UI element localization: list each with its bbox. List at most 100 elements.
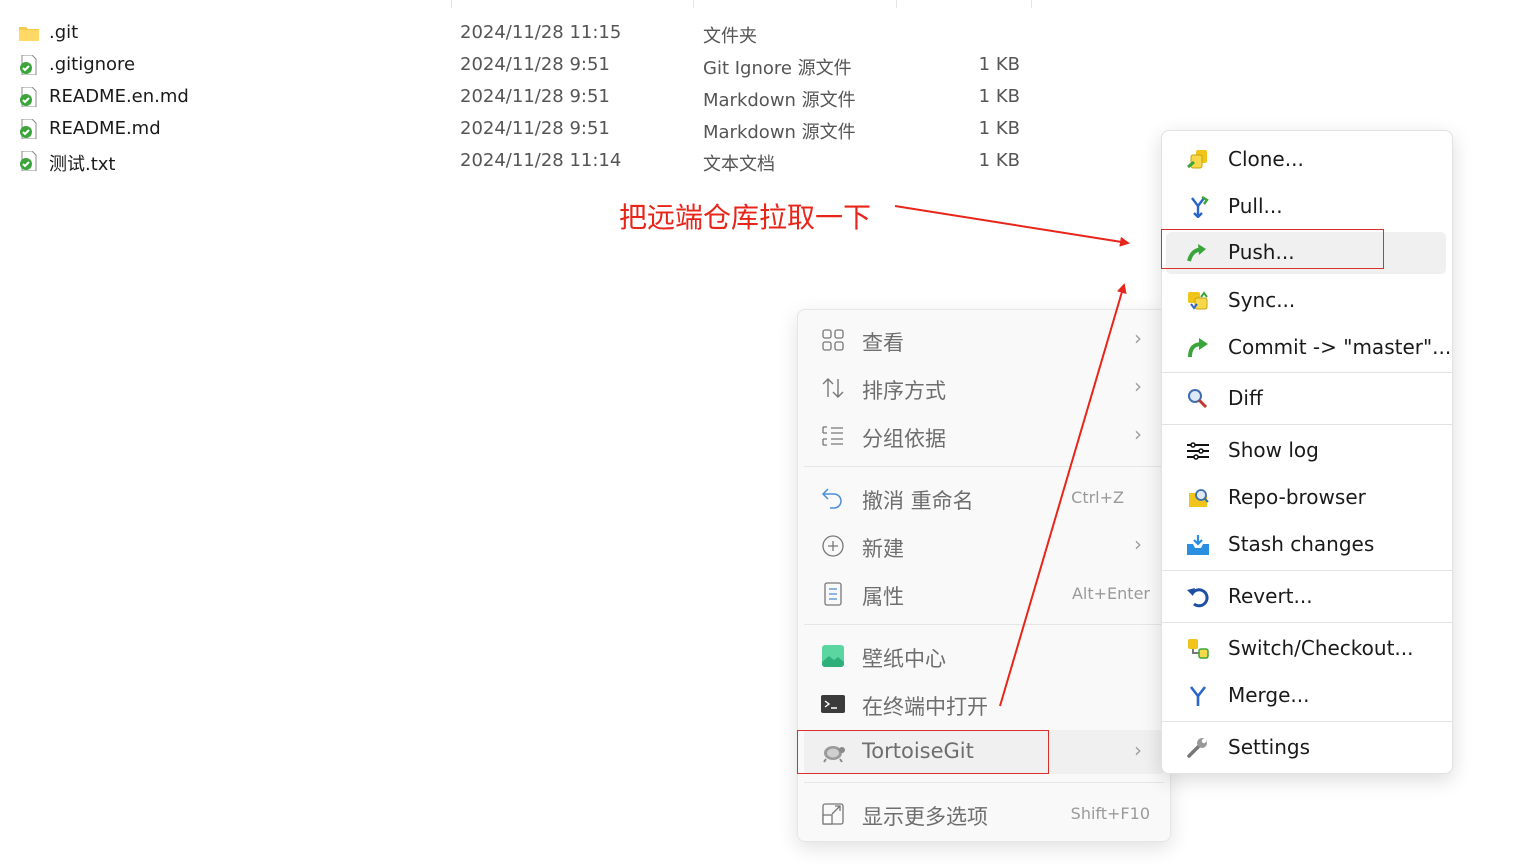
repo-browser-icon	[1189, 489, 1209, 507]
git-file-icon	[20, 151, 37, 171]
submenu-item-pull[interactable]: Pull...	[1166, 186, 1446, 228]
file-row[interactable]: README.md 2024/11/28 9:51 Markdown 源文件 1…	[0, 112, 1100, 144]
submenu-item-label: Diff	[1228, 386, 1263, 410]
menu-item-open-in-terminal[interactable]: 在终端中打开	[804, 682, 1164, 726]
menu-item-properties[interactable]: 属性 Alt+Enter	[804, 572, 1164, 616]
show-log-icon	[1187, 442, 1209, 460]
file-name: .gitignore	[49, 54, 136, 75]
chevron-right-icon: ›	[1134, 374, 1142, 398]
more-options-icon	[822, 803, 844, 825]
submenu-item-label: Merge...	[1228, 683, 1310, 707]
menu-shortcut: Alt+Enter	[1071, 584, 1150, 603]
submenu-item-commit[interactable]: Commit -> "master"...	[1166, 327, 1451, 369]
menu-shortcut: Shift+F10	[1070, 804, 1150, 823]
revert-icon	[1187, 588, 1209, 608]
view-grid-icon	[822, 329, 844, 351]
file-row[interactable]: 测试.txt 2024/11/28 11:14 文本文档 1 KB	[0, 144, 1100, 176]
submenu-separator	[1162, 424, 1452, 425]
git-file-icon	[20, 119, 37, 139]
submenu-item-revert[interactable]: Revert...	[1166, 576, 1446, 618]
menu-shortcut: Ctrl+Z	[1071, 488, 1124, 507]
file-row[interactable]: .gitignore 2024/11/28 9:51 Git Ignore 源文…	[0, 48, 1100, 80]
new-plus-icon	[822, 535, 844, 557]
submenu-item-label: Repo-browser	[1228, 485, 1366, 509]
sync-icon	[1188, 291, 1208, 310]
file-type: Git Ignore 源文件	[703, 58, 852, 79]
submenu-item-label: Pull...	[1228, 194, 1283, 218]
menu-item-label: 属性	[862, 585, 904, 609]
commit-icon	[1188, 338, 1208, 358]
git-file-icon	[20, 87, 37, 107]
annotation-arrow	[894, 205, 1130, 247]
menu-item-undo-rename[interactable]: 撤消 重命名 Ctrl+Z	[804, 476, 1164, 520]
submenu-item-diff[interactable]: Diff	[1166, 378, 1446, 420]
file-size: 1 KB	[978, 118, 1020, 139]
submenu-item-merge[interactable]: Merge...	[1166, 675, 1446, 717]
folder-icon	[19, 27, 39, 41]
submenu-item-label: Sync...	[1228, 288, 1296, 312]
terminal-icon	[821, 695, 845, 713]
file-type: 文本文档	[703, 154, 775, 175]
tortoisegit-submenu: Clone... Pull... Push... Sync... Commit …	[1161, 130, 1453, 774]
submenu-separator	[1162, 372, 1452, 373]
menu-item-label: 显示更多选项	[862, 805, 988, 829]
properties-icon	[824, 582, 842, 606]
menu-item-sort[interactable]: 排序方式 ›	[804, 366, 1164, 410]
file-row[interactable]: .git 2024/11/28 11:15 文件夹	[0, 16, 1100, 48]
tortoisegit-highlight-box	[797, 730, 1049, 774]
submenu-item-sync[interactable]: Sync...	[1166, 280, 1446, 322]
file-name: README.en.md	[49, 86, 189, 107]
submenu-separator	[1162, 721, 1452, 722]
file-type: Markdown 源文件	[703, 122, 856, 143]
menu-item-label: 撤消 重命名	[862, 489, 974, 513]
switch-checkout-icon	[1188, 639, 1209, 659]
pull-icon	[1191, 196, 1209, 218]
settings-wrench-icon	[1187, 738, 1207, 758]
submenu-item-label: Commit -> "master"...	[1228, 335, 1452, 359]
menu-item-label: 分组依据	[862, 427, 946, 451]
file-date: 2024/11/28 9:51	[460, 54, 610, 75]
file-size: 1 KB	[978, 86, 1020, 107]
file-size: 1 KB	[978, 150, 1020, 171]
menu-item-show-more-options[interactable]: 显示更多选项 Shift+F10	[804, 792, 1164, 836]
submenu-item-clone[interactable]: Clone...	[1166, 139, 1446, 181]
menu-item-view[interactable]: 查看 ›	[804, 318, 1164, 362]
undo-icon	[821, 488, 842, 509]
column-separator[interactable]	[1031, 0, 1032, 8]
wallpaper-icon	[822, 645, 844, 667]
file-date: 2024/11/28 9:51	[460, 118, 610, 139]
file-name: .git	[49, 22, 79, 43]
diff-magnifier-icon	[1188, 389, 1208, 409]
menu-item-label: 新建	[862, 537, 904, 561]
column-separator[interactable]	[451, 0, 452, 8]
menu-item-wallpaper-center[interactable]: 壁纸中心	[804, 634, 1164, 678]
submenu-item-repo-browser[interactable]: Repo-browser	[1166, 477, 1446, 519]
menu-separator	[804, 782, 1164, 783]
group-list-icon	[822, 426, 843, 446]
file-date: 2024/11/28 11:14	[460, 150, 622, 171]
git-file-icon	[20, 55, 37, 75]
file-name: 测试.txt	[49, 154, 116, 175]
column-separator[interactable]	[693, 0, 694, 8]
menu-separator	[804, 624, 1164, 625]
submenu-item-stash-changes[interactable]: Stash changes	[1166, 524, 1446, 566]
file-row[interactable]: README.en.md 2024/11/28 9:51 Markdown 源文…	[0, 80, 1100, 112]
menu-item-label: 排序方式	[862, 379, 946, 403]
menu-separator	[804, 466, 1164, 467]
chevron-right-icon: ›	[1134, 326, 1142, 350]
file-size: 1 KB	[978, 54, 1020, 75]
submenu-item-show-log[interactable]: Show log	[1166, 430, 1446, 472]
menu-item-label: 在终端中打开	[862, 695, 988, 719]
column-separator[interactable]	[896, 0, 897, 8]
menu-item-group-by[interactable]: 分组依据 ›	[804, 414, 1164, 458]
file-date: 2024/11/28 11:15	[460, 22, 622, 43]
submenu-separator	[1162, 622, 1452, 623]
submenu-item-switch-checkout[interactable]: Switch/Checkout...	[1166, 628, 1446, 670]
sort-icon	[822, 378, 844, 398]
menu-item-new[interactable]: 新建 ›	[804, 524, 1164, 568]
submenu-separator	[1162, 570, 1452, 571]
chevron-right-icon: ›	[1134, 422, 1142, 446]
annotation-text: 把远端仓库拉取一下	[619, 201, 872, 234]
submenu-item-settings[interactable]: Settings	[1166, 727, 1446, 769]
submenu-item-label: Stash changes	[1228, 532, 1375, 556]
